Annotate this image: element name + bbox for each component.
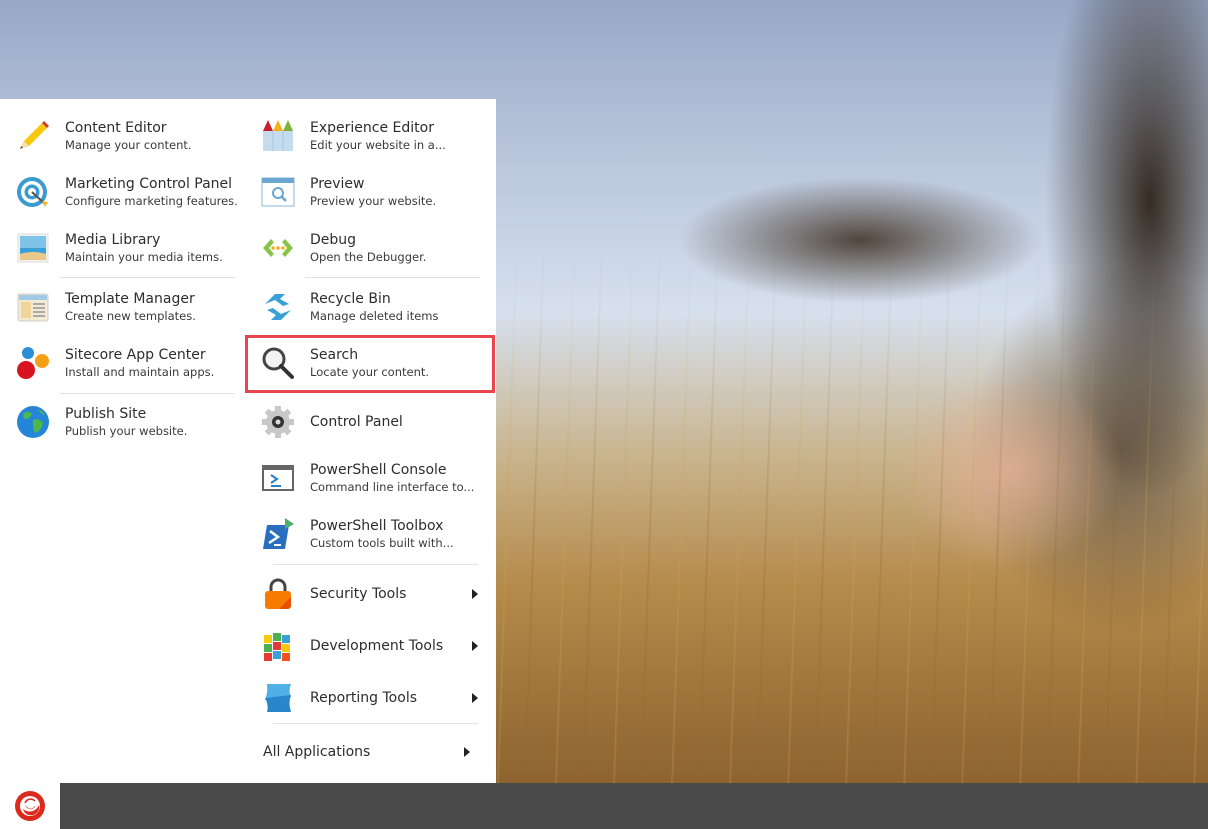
menu-item-powershell-console[interactable]: PowerShell Console Command line interfac… — [260, 453, 490, 503]
desktop-background-grass — [496, 0, 1208, 783]
menu-item-debug[interactable]: Debug Open the Debugger. — [260, 223, 490, 273]
menu-item-preview[interactable]: Preview Preview your website. — [260, 167, 490, 217]
menu-item-description: Manage your content. — [65, 138, 192, 152]
globe-icon — [15, 404, 51, 440]
cube-icon — [260, 628, 296, 664]
powershell-toolbox-icon — [260, 516, 296, 552]
menu-item-title: Control Panel — [310, 414, 403, 430]
menu-item-media-library[interactable]: Media Library Maintain your media items. — [15, 223, 240, 273]
menu-item-description: Locate your content. — [310, 365, 430, 379]
reporting-icon — [260, 680, 296, 716]
menu-item-title: Debug — [310, 232, 357, 248]
app-center-icon — [15, 345, 51, 381]
menu-item-title: Marketing Control Panel — [65, 176, 233, 192]
menu-item-publish-site[interactable]: Publish Site Publish your website. — [15, 397, 240, 447]
menu-item-description: Command line interface to... — [310, 480, 475, 494]
taskbar — [60, 783, 1208, 829]
crayons-icon — [260, 118, 296, 154]
menu-item-title: Preview — [310, 176, 365, 192]
menu-item-content-editor[interactable]: Content Editor Manage your content. — [15, 111, 240, 161]
debug-icon — [260, 230, 296, 266]
menu-item-development-tools[interactable]: Development Tools — [260, 621, 486, 671]
all-applications-button[interactable]: All Applications — [263, 737, 478, 767]
menu-item-sitecore-app-center[interactable]: Sitecore App Center Install and maintain… — [15, 338, 240, 388]
menu-item-title: PowerShell Console — [310, 462, 447, 478]
menu-item-recycle-bin[interactable]: Recycle Bin Manage deleted items — [260, 282, 490, 332]
menu-item-title: Recycle Bin — [310, 291, 391, 307]
chevron-right-icon — [472, 641, 478, 651]
menu-item-marketing-control-panel[interactable]: Marketing Control Panel Configure market… — [15, 167, 240, 217]
menu-item-title: Content Editor — [65, 120, 167, 136]
chevron-right-icon — [472, 589, 478, 599]
menu-item-security-tools[interactable]: Security Tools — [260, 569, 486, 619]
menu-item-title: Template Manager — [65, 291, 195, 307]
menu-item-title: Search — [310, 347, 359, 363]
start-button-area — [0, 783, 60, 829]
menu-item-title: PowerShell Toolbox — [310, 518, 444, 534]
menu-divider — [273, 564, 478, 565]
chevron-right-icon — [472, 693, 478, 703]
menu-item-experience-editor[interactable]: Experience Editor Edit your website in a… — [260, 111, 490, 161]
menu-item-search[interactable]: Search Locate your content. — [260, 338, 490, 388]
lock-icon — [260, 576, 296, 612]
menu-item-description: Manage deleted items — [310, 309, 439, 323]
menu-divider — [273, 723, 478, 724]
chevron-right-icon — [464, 747, 470, 757]
menu-item-title: Sitecore App Center — [65, 347, 206, 363]
menu-item-description: Create new templates. — [65, 309, 196, 323]
menu-item-title: Media Library — [65, 232, 161, 248]
template-icon — [15, 289, 51, 325]
menu-item-title: Publish Site — [65, 406, 147, 422]
menu-item-description: Open the Debugger. — [310, 250, 427, 264]
recycle-icon — [260, 289, 296, 325]
menu-divider — [60, 393, 235, 394]
powershell-console-icon — [260, 460, 296, 496]
menu-item-title: Reporting Tools — [310, 690, 417, 706]
menu-item-description: Maintain your media items. — [65, 250, 223, 264]
menu-item-powershell-toolbox[interactable]: PowerShell Toolbox Custom tools built wi… — [260, 509, 490, 559]
target-icon — [15, 174, 51, 210]
menu-item-control-panel[interactable]: Control Panel — [260, 397, 490, 447]
pencil-icon — [15, 118, 51, 154]
menu-item-title: Security Tools — [310, 586, 407, 602]
all-applications-label: All Applications — [263, 744, 371, 760]
menu-item-description: Install and maintain apps. — [65, 365, 215, 379]
gear-icon — [260, 404, 296, 440]
menu-item-description: Publish your website. — [65, 424, 188, 438]
menu-divider — [60, 277, 235, 278]
menu-item-reporting-tools[interactable]: Reporting Tools — [260, 673, 486, 723]
menu-item-description: Configure marketing features. — [65, 194, 238, 208]
sitecore-logo-icon[interactable] — [13, 789, 47, 823]
menu-item-description: Edit your website in a... — [310, 138, 446, 152]
menu-item-title: Experience Editor — [310, 120, 434, 136]
menu-item-template-manager[interactable]: Template Manager Create new templates. — [15, 282, 240, 332]
menu-item-title: Development Tools — [310, 638, 444, 654]
media-library-icon — [15, 230, 51, 266]
start-menu: Content Editor Manage your content. Mark… — [0, 99, 496, 783]
menu-item-description: Custom tools built with... — [310, 536, 454, 550]
menu-divider — [305, 277, 480, 278]
preview-icon — [260, 174, 296, 210]
search-icon — [260, 345, 296, 381]
menu-item-description: Preview your website. — [310, 194, 437, 208]
